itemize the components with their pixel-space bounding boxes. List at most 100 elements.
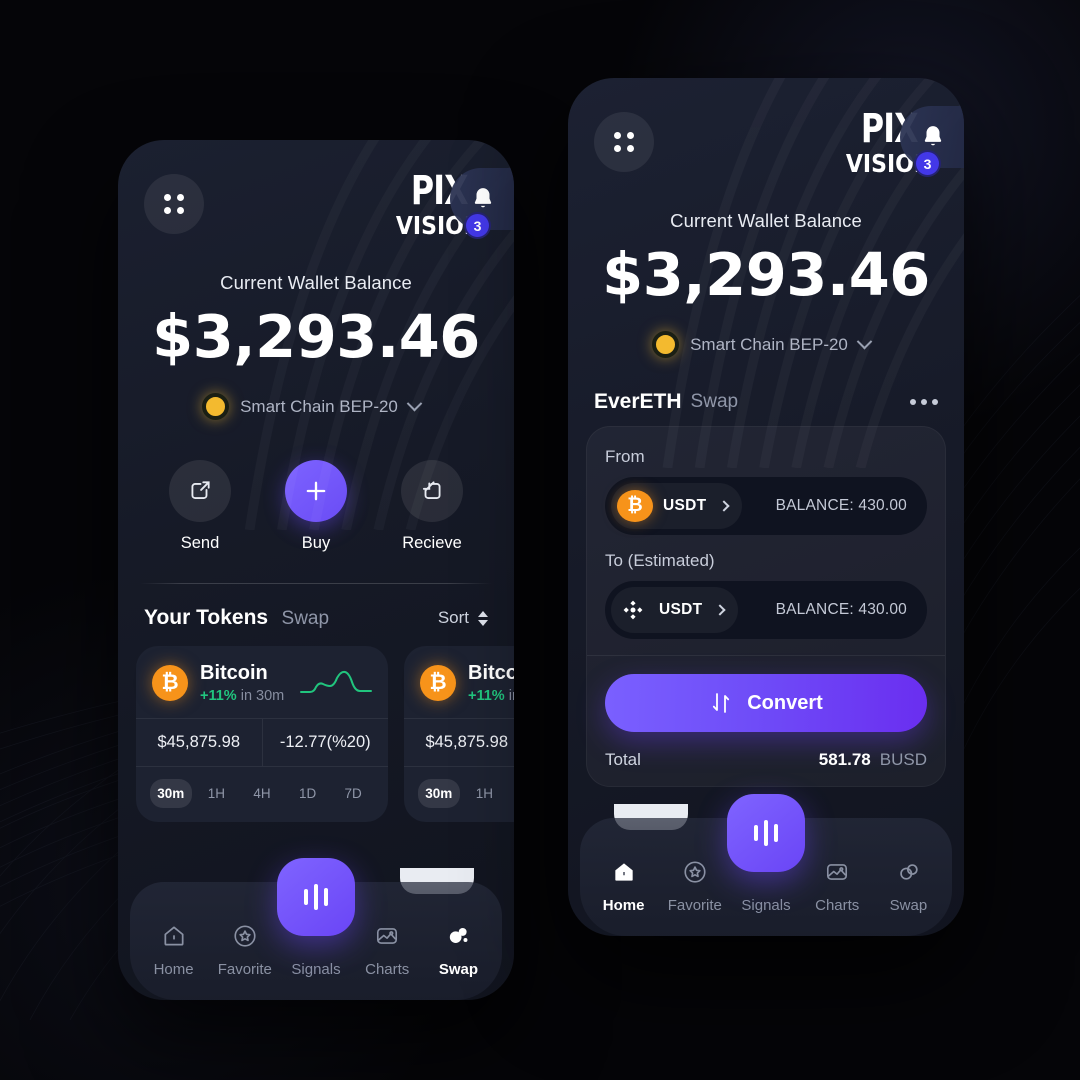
nav-item-swap[interactable]: Swap bbox=[873, 856, 944, 914]
action-send[interactable]: Send bbox=[169, 460, 231, 553]
swap-to-label: To (Estimated) bbox=[605, 551, 715, 570]
chevron-down-icon bbox=[406, 395, 423, 412]
bottom-navigation-right: Home Favorite Signals Charts Swap bbox=[568, 786, 964, 936]
range-tab-30m[interactable]: 30m bbox=[150, 779, 192, 808]
bell-icon bbox=[474, 188, 492, 208]
signals-bars-icon bbox=[754, 825, 758, 841]
chain-selector[interactable]: Smart Chain BEP-20 bbox=[196, 387, 436, 426]
swap-card-divider bbox=[587, 655, 945, 656]
nav-label-home: Home bbox=[153, 961, 194, 978]
range-tab-1d[interactable]: 1D bbox=[287, 779, 329, 808]
signals-fab-button[interactable] bbox=[727, 794, 805, 872]
swap-title: EverETH bbox=[594, 390, 682, 413]
swap-section-header: EverETH Swap bbox=[568, 390, 964, 414]
notifications-button[interactable]: 3 bbox=[450, 168, 514, 239]
swap-subtitle[interactable]: Swap bbox=[691, 391, 739, 413]
chain-name: Smart Chain BEP-20 bbox=[240, 396, 398, 416]
image-chart-icon bbox=[352, 920, 423, 952]
swap-vertical-icon bbox=[713, 693, 730, 713]
token-sparkline bbox=[300, 670, 372, 693]
nav-item-swap[interactable]: Swap bbox=[423, 920, 494, 978]
nav-item-charts[interactable]: Charts bbox=[802, 856, 873, 914]
nav-label-swap: Swap bbox=[889, 897, 928, 914]
nav-label-signals: Signals bbox=[741, 897, 791, 914]
token-card-header: ₿ Bitcoin +11% in 30m bbox=[136, 662, 388, 718]
swap-card: From ₿ USDT BALANCE: 430.00 To (Estimate… bbox=[586, 426, 946, 787]
star-circle-icon bbox=[209, 920, 280, 952]
binance-icon bbox=[617, 594, 649, 626]
token-price: $45,875.98 bbox=[404, 719, 514, 766]
notifications-button[interactable]: 3 bbox=[900, 106, 964, 177]
swap-to-row[interactable]: USDT BALANCE: 430.00 bbox=[605, 581, 927, 639]
convert-label: Convert bbox=[747, 691, 823, 714]
range-tab-1h[interactable]: 1H bbox=[464, 779, 506, 808]
from-token-selector[interactable]: ₿ USDT bbox=[611, 483, 743, 529]
bitcoin-icon: ₿ bbox=[152, 665, 188, 701]
swap-from-label: From bbox=[605, 447, 645, 466]
tokens-header: Your Tokens Swap Sort bbox=[118, 584, 514, 630]
phone-mockup-right: PIX VISION 3 Current Wallet Balance $3,2… bbox=[568, 78, 964, 936]
token-stats: $45,875.98 -12.77(%20) bbox=[136, 718, 388, 767]
receive-arrow-icon bbox=[401, 460, 463, 522]
from-token-name: USDT bbox=[663, 497, 707, 514]
bell-icon bbox=[924, 126, 942, 146]
bottom-navigation-left: Home Favorite Signals Charts Swap bbox=[118, 850, 514, 1000]
token-change-pct: +11% bbox=[200, 688, 237, 704]
nav-label-charts: Charts bbox=[815, 897, 860, 914]
total-value: 581.78 bbox=[818, 750, 871, 769]
token-stats: $45,875.98 -12.77(%20) bbox=[404, 718, 514, 767]
action-send-label: Send bbox=[180, 534, 220, 552]
total-unit: BUSD bbox=[879, 750, 927, 769]
image-chart-icon bbox=[802, 856, 873, 888]
nav-item-favorite[interactable]: Favorite bbox=[209, 920, 280, 978]
bitcoin-icon: ₿ bbox=[617, 490, 653, 522]
more-horizontal-icon[interactable] bbox=[910, 399, 938, 405]
convert-button[interactable]: Convert bbox=[605, 674, 927, 732]
nav-item-favorite[interactable]: Favorite bbox=[659, 856, 730, 914]
chain-selector[interactable]: Smart Chain BEP-20 bbox=[646, 325, 886, 364]
signals-bars-icon bbox=[304, 889, 308, 905]
range-tab-7d[interactable]: 7D bbox=[332, 779, 374, 808]
token-card-list: ₿ Bitcoin +11% in 30m $45,875.98 -12.77(… bbox=[118, 630, 514, 822]
quick-actions: Send Buy Recieve bbox=[118, 460, 514, 553]
send-arrow-icon bbox=[169, 460, 231, 522]
to-token-name: USDT bbox=[659, 601, 703, 618]
nav-label-signals: Signals bbox=[291, 961, 341, 978]
notification-badge: 3 bbox=[914, 150, 941, 177]
sort-button[interactable]: Sort bbox=[438, 608, 488, 628]
token-range-tabs: 30m 1H 4H 1D 7D bbox=[404, 767, 514, 808]
token-price: $45,875.98 bbox=[136, 719, 263, 766]
token-change-pct: +11% bbox=[468, 688, 505, 704]
phone-mockup-left: PIX VISION 3 Current Wallet Balance $3,2… bbox=[118, 140, 514, 1000]
range-tab-4h[interactable]: 4H bbox=[241, 779, 283, 808]
nav-item-home[interactable]: Home bbox=[588, 856, 659, 914]
swap-total-row: Total 581.78 BUSD bbox=[605, 750, 927, 770]
chevron-right-icon bbox=[718, 500, 731, 512]
nav-label-favorite: Favorite bbox=[217, 961, 272, 978]
range-tab-1h[interactable]: 1H bbox=[196, 779, 238, 808]
to-token-selector[interactable]: USDT bbox=[611, 587, 739, 633]
grid-dots-icon[interactable] bbox=[144, 174, 204, 234]
star-circle-icon bbox=[659, 856, 730, 888]
tokens-title: Your Tokens bbox=[144, 606, 269, 629]
app-header: PIX VISION 3 bbox=[118, 162, 514, 246]
from-balance: BALANCE: 430.00 bbox=[775, 497, 907, 514]
token-name: Bitcoin bbox=[200, 662, 268, 684]
to-balance: BALANCE: 430.00 bbox=[775, 601, 907, 618]
range-tab-30m[interactable]: 30m bbox=[418, 779, 460, 808]
token-card-header: ₿ Bitcoin +11% in 30m bbox=[404, 662, 514, 718]
bnb-coin-icon bbox=[652, 331, 680, 358]
chevron-down-icon bbox=[856, 333, 873, 350]
grid-dots-icon[interactable] bbox=[594, 112, 654, 172]
action-buy[interactable]: Buy bbox=[285, 460, 347, 553]
token-card[interactable]: ₿ Bitcoin +11% in 30m $45,875.98 -12.77(… bbox=[404, 646, 514, 822]
nav-item-home[interactable]: Home bbox=[138, 920, 209, 978]
token-card[interactable]: ₿ Bitcoin +11% in 30m $45,875.98 -12.77(… bbox=[136, 646, 388, 822]
nav-item-charts[interactable]: Charts bbox=[352, 920, 423, 978]
tokens-subtitle[interactable]: Swap bbox=[282, 608, 330, 629]
swap-from-row[interactable]: ₿ USDT BALANCE: 430.00 bbox=[605, 477, 927, 535]
signals-fab-button[interactable] bbox=[277, 858, 355, 936]
action-receive-label: Recieve bbox=[402, 534, 462, 552]
action-receive[interactable]: Recieve bbox=[401, 460, 463, 553]
range-tab-4h[interactable]: 4H bbox=[509, 779, 514, 808]
